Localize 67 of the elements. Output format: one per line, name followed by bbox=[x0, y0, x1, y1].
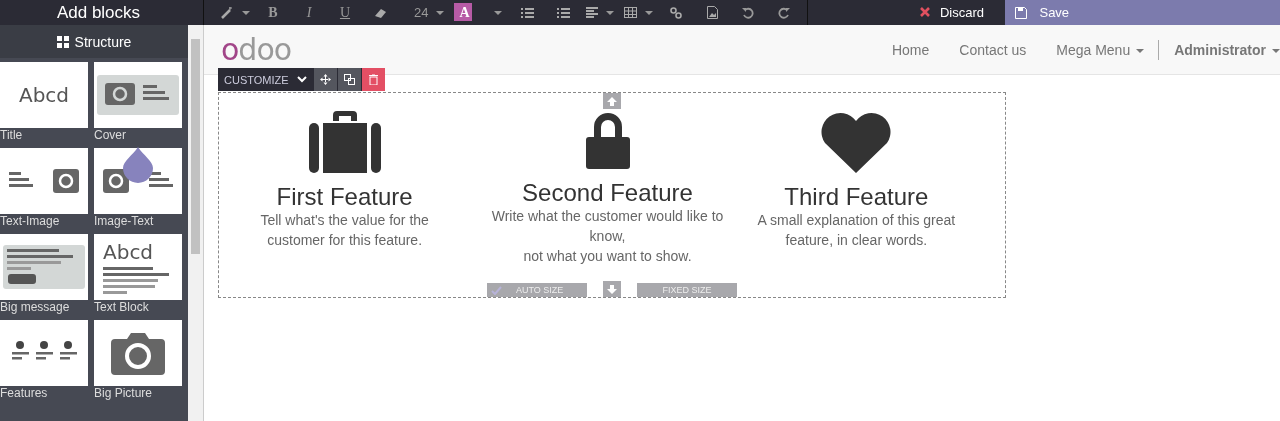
block-thumbnail[interactable]: Abcd bbox=[94, 234, 182, 300]
customize-dropdown[interactable]: CUSTOMIZE bbox=[218, 68, 313, 91]
block-label: Text Block bbox=[94, 300, 150, 315]
magic-wand-icon bbox=[220, 5, 234, 20]
close-icon bbox=[919, 7, 930, 17]
resize-down-handle[interactable] bbox=[603, 281, 621, 297]
undo-icon bbox=[742, 6, 755, 19]
block-thumbnail[interactable] bbox=[0, 320, 88, 386]
sidebar-title: Add blocks bbox=[55, 2, 142, 23]
section-tab[interactable]: Structure bbox=[0, 25, 188, 58]
move-button[interactable] bbox=[312, 68, 337, 91]
block-label: Title bbox=[0, 128, 24, 143]
sample-text: Abcd bbox=[18, 83, 70, 107]
delete-button[interactable] bbox=[360, 68, 385, 91]
list-icon bbox=[556, 6, 570, 19]
block-label: Features bbox=[0, 386, 49, 401]
link-icon bbox=[670, 6, 683, 19]
discard-button[interactable]: Discard bbox=[898, 0, 1006, 25]
block-thumbnail[interactable]: Abcd bbox=[0, 62, 88, 128]
caret-icon bbox=[1272, 48, 1280, 53]
feature-description: A small explanation of this great feature, in clear words. bbox=[757, 211, 956, 250]
clone-button[interactable] bbox=[336, 68, 361, 91]
chevron-down-icon bbox=[296, 76, 307, 83]
heart-icon bbox=[820, 111, 893, 173]
align-icon bbox=[586, 7, 599, 18]
logo[interactable]: odoo bbox=[221, 32, 292, 67]
checkmark-icon bbox=[491, 285, 502, 295]
nav-link[interactable]: Home bbox=[891, 41, 930, 58]
trash-icon bbox=[368, 74, 378, 85]
copy-icon bbox=[343, 74, 355, 85]
italic-tool-button[interactable]: I bbox=[296, 0, 322, 25]
user-menu[interactable]: Administrator bbox=[1174, 41, 1280, 58]
briefcase-icon bbox=[308, 111, 381, 173]
feature-title: Second Feature bbox=[522, 179, 693, 206]
table-icon bbox=[624, 7, 638, 18]
feature-title: Third Feature bbox=[784, 183, 929, 210]
save-button[interactable]: Save bbox=[1005, 0, 1280, 25]
image-file-icon bbox=[706, 6, 718, 19]
block-label: Text-Image bbox=[0, 214, 61, 229]
scrollbar[interactable] bbox=[188, 25, 203, 421]
drop-cursor-icon bbox=[123, 147, 153, 183]
nav-link[interactable]: Contact us bbox=[959, 41, 1027, 58]
underline-tool-button[interactable]: U bbox=[332, 0, 358, 25]
block-label: Big message bbox=[0, 300, 71, 315]
block-label: Cover bbox=[94, 128, 127, 143]
list-icon bbox=[520, 6, 534, 19]
move-arrows-icon bbox=[319, 74, 331, 85]
bold-tool-button[interactable]: B bbox=[260, 0, 286, 25]
block-thumbnail[interactable] bbox=[94, 62, 182, 128]
block-thumbnail[interactable] bbox=[94, 320, 182, 386]
eraser-icon bbox=[374, 6, 388, 19]
feature-description: Tell what's the value for the customer for this feature. bbox=[260, 211, 429, 250]
block-label: Big Picture bbox=[94, 386, 154, 401]
size-tool-button[interactable]: 24 bbox=[414, 0, 445, 25]
padlock-icon bbox=[583, 111, 632, 169]
block-thumbnail[interactable] bbox=[0, 234, 88, 300]
grid-icon bbox=[56, 35, 69, 48]
nav-link[interactable]: Mega Menu bbox=[1056, 41, 1145, 58]
feature-title: First Feature bbox=[276, 183, 413, 210]
arrow-up-icon bbox=[607, 96, 617, 106]
block-label: Image-Text bbox=[94, 214, 155, 229]
sample-text: Abcd bbox=[103, 240, 154, 264]
block-thumbnail[interactable] bbox=[0, 148, 88, 214]
resize-up-handle[interactable] bbox=[603, 93, 621, 109]
redo-icon bbox=[778, 6, 791, 19]
feature-description: Write what the customer would like to know, not what you want to show. bbox=[491, 207, 724, 266]
arrow-down-icon bbox=[607, 284, 617, 294]
